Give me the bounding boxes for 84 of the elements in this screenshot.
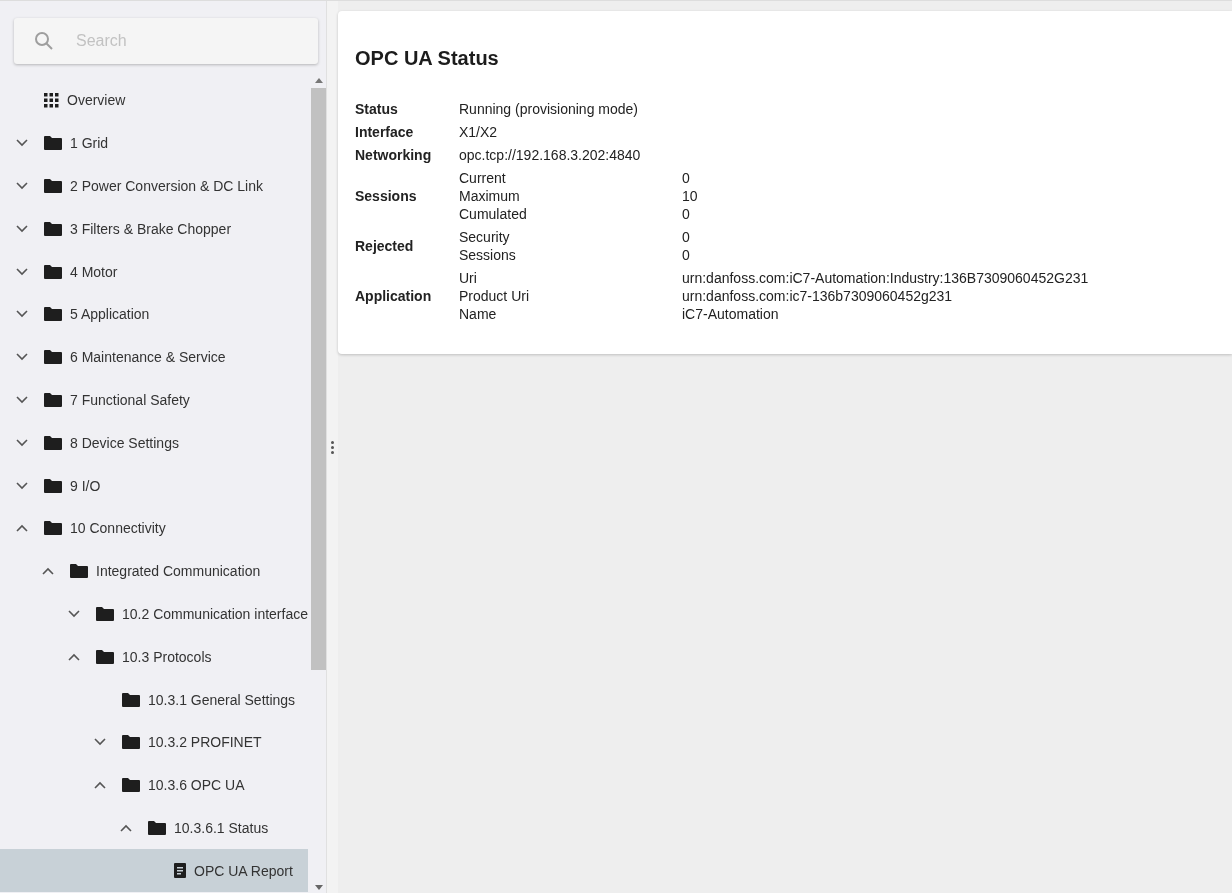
field-label: Rejected [355, 237, 415, 255]
folder-icon [44, 521, 62, 536]
document-icon [174, 863, 186, 879]
folder-icon [44, 392, 62, 407]
tree-item[interactable]: 5 Application [0, 293, 308, 336]
folder-icon [44, 350, 62, 365]
chevron-down-icon[interactable] [16, 395, 28, 404]
field-label: Sessions [355, 187, 418, 205]
field-label: Status [355, 100, 399, 118]
field-label: Interface [355, 123, 415, 141]
card-title: OPC UA Status [355, 47, 500, 70]
tree-item[interactable]: 10.3.6 OPC UA [0, 763, 308, 807]
folder-icon [122, 692, 140, 707]
search-icon [34, 31, 54, 51]
chevron-up-icon[interactable] [68, 652, 80, 661]
field-value: opc.tcp://192.168.3.202:4840 [459, 146, 641, 164]
tree-item[interactable]: 9 I/O [0, 464, 308, 507]
tree-item[interactable]: 10.2 Communication interface [0, 592, 308, 636]
folder-icon [44, 136, 62, 151]
field-value: 0 [682, 205, 690, 223]
chevron-down-icon[interactable] [16, 139, 28, 148]
folder-icon [122, 735, 140, 750]
chevron-down-icon[interactable] [16, 267, 28, 276]
grid-icon [44, 92, 59, 108]
tree-item[interactable]: 10.3.2 PROFINET [0, 720, 308, 764]
field-value: Running (provisioning mode) [459, 100, 638, 118]
field-value: 0 [682, 169, 690, 187]
resize-handle-icon[interactable] [331, 440, 334, 454]
field-value: 0 [682, 246, 690, 264]
folder-icon [44, 264, 62, 279]
chevron-down-icon[interactable] [94, 738, 106, 747]
tree-item[interactable]: 3 Filters & Brake Chopper [0, 207, 308, 251]
subfield-label: Cumulated [459, 205, 528, 223]
tree-item[interactable]: 10.3.1 General Settings [0, 678, 308, 721]
chevron-down-icon[interactable] [16, 353, 28, 362]
folder-icon [44, 307, 62, 322]
chevron-up-icon[interactable] [120, 823, 132, 832]
chevron-down-icon[interactable] [16, 310, 28, 319]
chevron-up-icon[interactable] [16, 524, 28, 533]
tree-item[interactable]: 1 Grid [0, 121, 308, 165]
subfield-label: Sessions [459, 246, 517, 264]
chevron-down-icon[interactable] [16, 481, 28, 490]
tree-item[interactable]: 10.3 Protocols [0, 635, 308, 679]
tree-item[interactable]: 8 Device Settings [0, 421, 308, 465]
chevron-up-icon[interactable] [94, 781, 106, 790]
tree-item[interactable]: OPC UA Report [0, 849, 308, 893]
scroll-down-icon[interactable] [314, 885, 323, 890]
chevron-down-icon[interactable] [68, 609, 80, 618]
field-value: urn:danfoss.com:ic7-136b7309060452g231 [682, 287, 953, 305]
tree-item[interactable]: 2 Power Conversion & DC Link [0, 164, 308, 208]
tree-item[interactable]: Overview [0, 79, 308, 122]
field-value: iC7-Automation [682, 305, 779, 323]
folder-icon [96, 606, 114, 621]
folder-icon [44, 435, 62, 450]
tree-item[interactable]: 10 Connectivity [0, 506, 308, 550]
field-label: Application [355, 287, 433, 305]
field-value: X1/X2 [459, 123, 498, 141]
field-label: Networking [355, 146, 433, 164]
subfield-label: Security [459, 228, 511, 246]
tree-item[interactable]: 6 Maintenance & Service [0, 335, 308, 379]
field-value: urn:danfoss.com:iC7-Automation:Industry:136B7309060452G231 [682, 269, 1089, 287]
subfield-label: Name [459, 305, 498, 323]
tree-item[interactable]: 7 Functional Safety [0, 378, 308, 422]
chevron-down-icon[interactable] [16, 224, 28, 233]
folder-icon [44, 221, 62, 236]
folder-icon [70, 564, 88, 579]
folder-icon [148, 820, 166, 835]
subfield-label: Current [459, 169, 507, 187]
field-value: 0 [682, 228, 690, 246]
folder-icon [96, 649, 114, 664]
chevron-down-icon[interactable] [16, 438, 28, 447]
chevron-down-icon[interactable] [16, 182, 28, 190]
scroll-up-icon[interactable] [314, 78, 323, 83]
folder-icon [44, 478, 62, 493]
folder-icon [44, 179, 62, 193]
field-value: 10 [682, 187, 698, 205]
tree-item[interactable]: Integrated Communication [0, 549, 308, 593]
subfield-label: Product Uri [459, 287, 531, 305]
subfield-label: Maximum [459, 187, 521, 205]
chevron-up-icon[interactable] [42, 567, 54, 576]
tree-item[interactable]: 4 Motor [0, 250, 308, 293]
subfield-label: Uri [459, 269, 478, 287]
tree-item[interactable]: 10.3.6.1 Status [0, 806, 308, 850]
folder-icon [122, 778, 140, 793]
